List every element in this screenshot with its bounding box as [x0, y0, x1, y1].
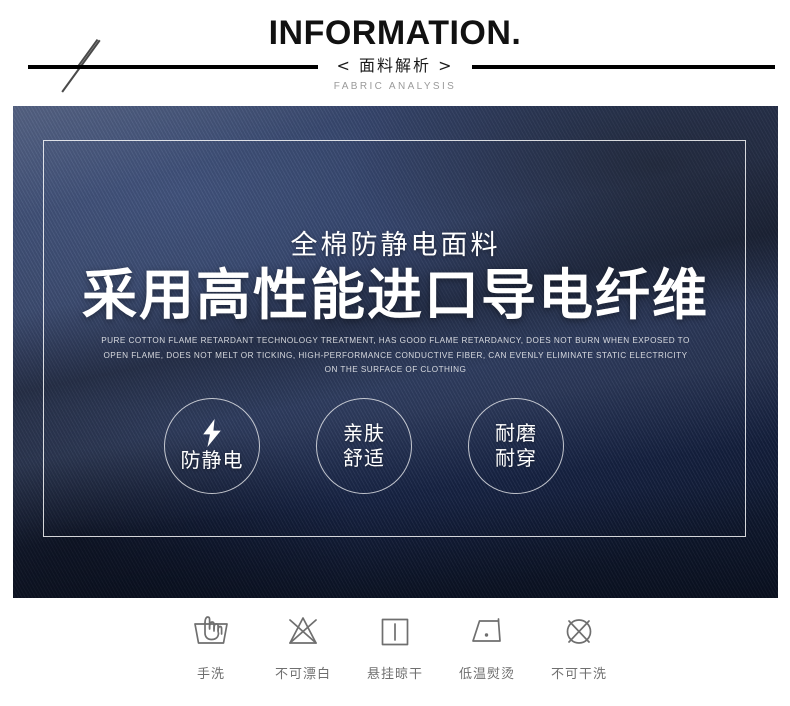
care-item-hand-wash: 手洗: [165, 612, 257, 682]
header-chinese-subtitle: < 面料解析 >: [336, 56, 454, 75]
hand-wash-icon: [194, 616, 228, 644]
feature-badge-antistatic: 防静电: [164, 398, 260, 494]
line-dry-icon: [381, 618, 409, 646]
header-english-subtitle: FABRIC ANALYSIS: [333, 81, 457, 92]
care-label-line-dry: 悬挂晾干: [366, 667, 423, 682]
care-instruction-row: 手洗 不可漂白 悬挂晾干 低温熨烫 不可干洗: [0, 612, 790, 704]
do-not-dry-clean-icon: [566, 619, 592, 644]
page-header: INFORMATION. < 面料解析 > FABRIC ANALYSIS: [0, 0, 790, 106]
hero-headline: 采用高性能进口导电纤维: [81, 263, 709, 327]
feature-badge-skin-friendly-line1: 亲肤: [343, 421, 385, 445]
feature-badge-durable-line1: 耐磨: [495, 421, 537, 445]
hero-sub-headline: 全棉防静电面料: [290, 230, 501, 261]
feature-badge-antistatic-label: 防静电: [180, 448, 244, 472]
page-title: INFORMATION.: [268, 14, 522, 52]
care-label-low-heat-iron: 低温熨烫: [458, 667, 515, 682]
feature-badge-durable: 耐磨 耐穿: [468, 398, 564, 494]
feature-badge-skin-friendly: 亲肤 舒适: [316, 398, 412, 494]
care-label-do-not-dry-clean: 不可干洗: [550, 667, 607, 682]
do-not-bleach-icon: [289, 617, 317, 644]
care-label-do-not-bleach: 不可漂白: [274, 667, 331, 682]
lightning-bolt-icon: [203, 419, 221, 447]
care-item-low-heat-iron: 低温熨烫: [441, 612, 533, 682]
feature-badge-group: 防静电 亲肤 舒适 耐磨 耐穿: [13, 398, 778, 498]
care-item-do-not-bleach: 不可漂白: [257, 612, 349, 682]
hero-content: 全棉防静电面料 采用高性能进口导电纤维 PURE COTTON FLAME RE…: [13, 106, 778, 598]
care-label-hand-wash: 手洗: [196, 667, 225, 682]
feature-badge-durable-line2: 耐穿: [495, 446, 537, 470]
feature-badge-skin-friendly-line2: 舒适: [343, 446, 385, 470]
low-heat-iron-icon: [472, 618, 501, 642]
care-item-line-dry: 悬挂晾干: [349, 612, 441, 682]
fabric-hero-banner: 全棉防静电面料 采用高性能进口导电纤维 PURE COTTON FLAME RE…: [13, 106, 778, 598]
care-item-do-not-dry-clean: 不可干洗: [533, 612, 625, 682]
hero-english-description: PURE COTTON FLAME RETARDANT TECHNOLOGY T…: [101, 336, 690, 374]
